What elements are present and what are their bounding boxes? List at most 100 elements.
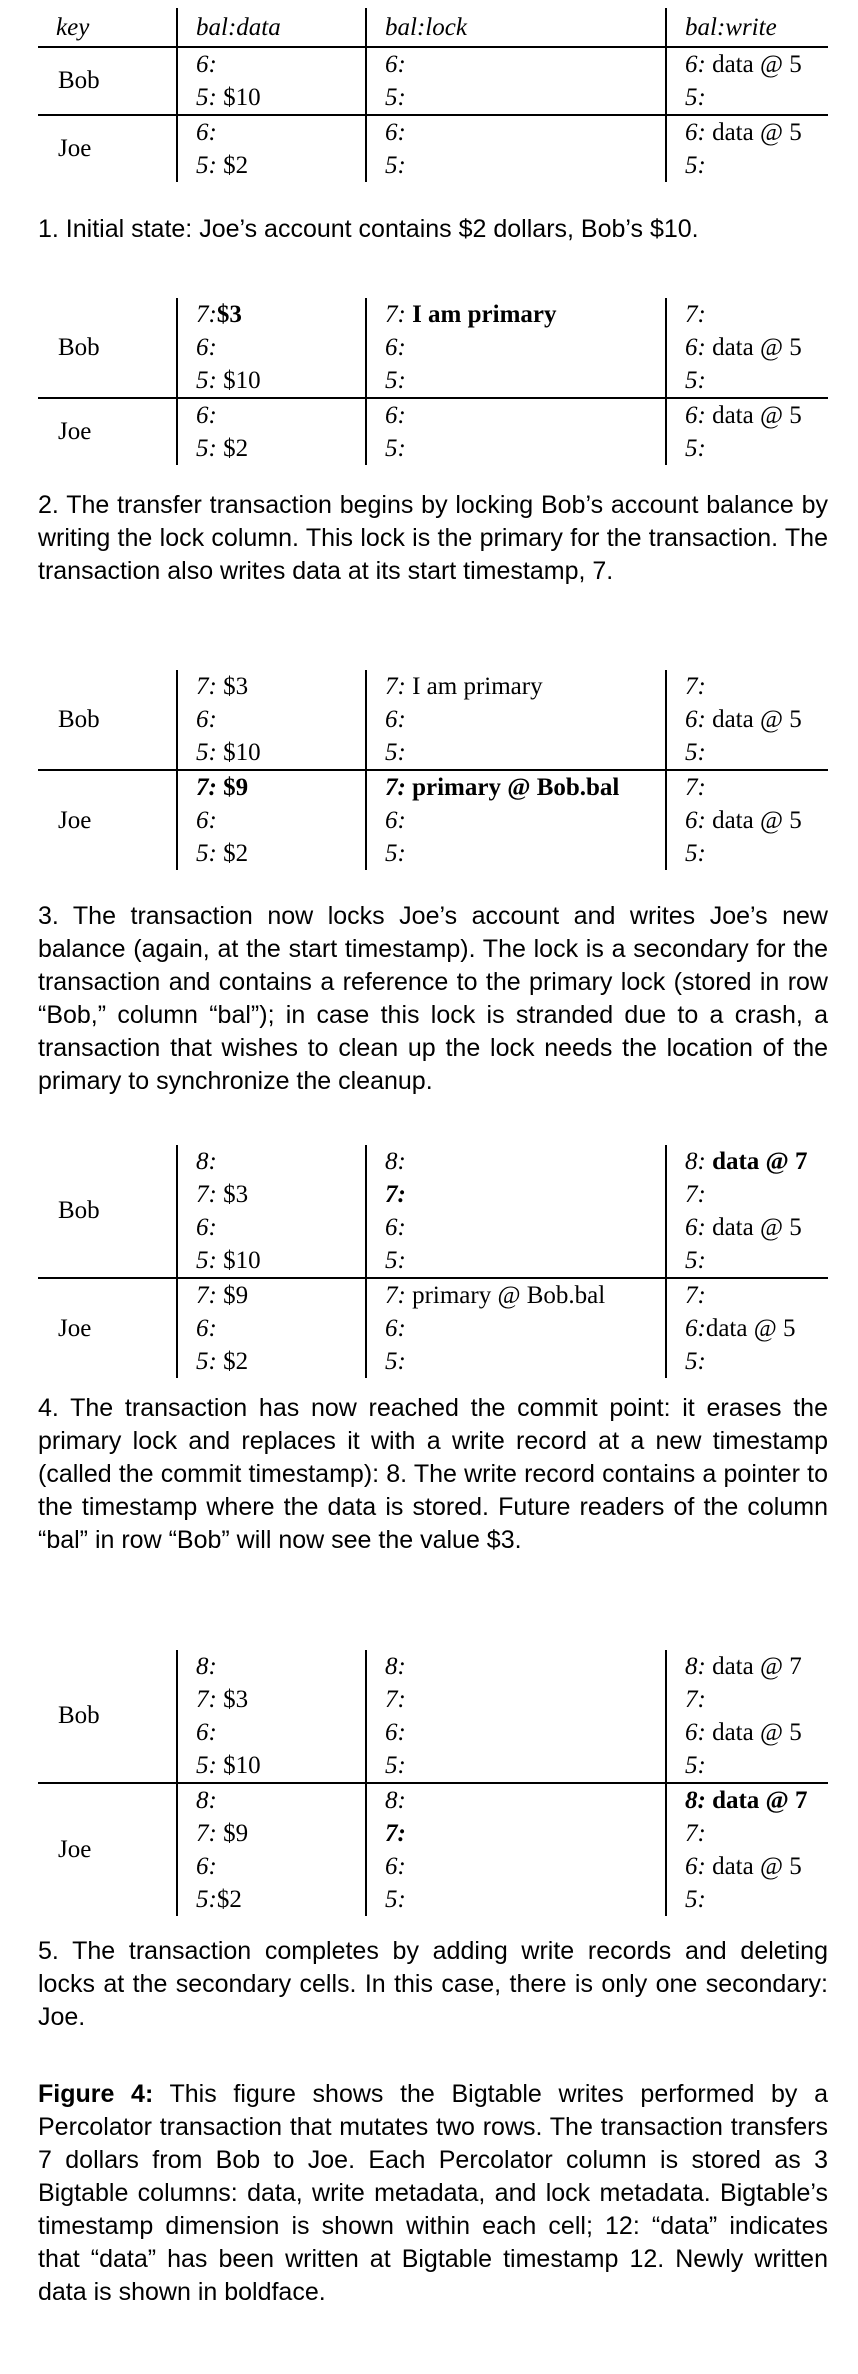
timestamp-label: 7: <box>196 1686 217 1713</box>
cell-line: 5: <box>685 837 828 870</box>
bigtable-table: Bob 7:$3 6: 5: $10 7: I am primary 6: 5: 7: 6: d… <box>38 298 828 465</box>
cell-value: $3 <box>216 1181 249 1208</box>
timestamp-label: 6: <box>385 51 406 78</box>
bigtable-table: Bob 7: $3 6: 5: $10 7: I am primary 6: 5: 7: 6: … <box>38 670 828 870</box>
cell-write: 7: 6:data @ 5 5: <box>666 1277 828 1378</box>
table-row: Bob 8: 7: $3 6: 5: $10 8: 7: 6: 5: 8: data @ 7 7: 6… <box>38 1650 828 1783</box>
timestamp-label: 6: <box>196 119 217 146</box>
cell-line: 5: <box>385 432 665 465</box>
timestamp-label: 5: <box>196 840 217 867</box>
cell-line: 5: <box>385 837 665 870</box>
cell-line: 7: $9 <box>196 771 365 804</box>
timestamp-label: 8: <box>685 1148 706 1175</box>
timestamp-label: 7: <box>196 1282 217 1309</box>
row-key: Joe <box>38 1277 178 1378</box>
cell-line: 5: <box>685 1345 828 1378</box>
row-key: Bob <box>38 1650 178 1783</box>
cell-line: 8: data @ 7 <box>685 1145 828 1178</box>
cell-value: $10 <box>216 1752 261 1779</box>
timestamp-label: 6: <box>385 1214 406 1241</box>
timestamp-label: 5: <box>196 367 217 394</box>
cell-lock: 6: 5: <box>366 47 667 115</box>
cell-line: 6: <box>385 48 665 81</box>
cell-value: $9 <box>216 1820 249 1847</box>
cell-value: data @ 5 <box>705 1719 802 1746</box>
cell-line: 7: <box>685 670 828 703</box>
cell-line: 6: <box>385 804 665 837</box>
timestamp-label: 5: <box>196 435 217 462</box>
cell-line: 7: I am primary <box>385 670 665 703</box>
cell-line: 5: $10 <box>196 364 365 397</box>
cell-line: 5: <box>685 1749 828 1782</box>
cell-lock: 7: I am primary 6: 5: <box>366 298 667 398</box>
timestamp-label: 6: <box>196 402 217 429</box>
timestamp-label: 6: <box>685 402 706 429</box>
table-row: Bob 7: $3 6: 5: $10 7: I am primary 6: 5: 7: 6: … <box>38 670 828 770</box>
cell-line: 6: <box>385 1312 665 1345</box>
row-key: Joe <box>38 1782 178 1916</box>
cell-line: 5: $10 <box>196 736 365 769</box>
cell-line: 6: <box>385 1850 665 1883</box>
timestamp-label: 7: <box>385 301 406 328</box>
timestamp-label: 5: <box>385 840 406 867</box>
cell-line: 6: data @ 5 <box>685 48 828 81</box>
timestamp-label: 5: <box>385 435 406 462</box>
cell-lock: 8: 7: 6: 5: <box>366 1650 667 1783</box>
cell-value: I am primary <box>405 673 543 700</box>
cell-data: 7: $9 6: 5: $2 <box>177 1277 367 1378</box>
cell-line: 6: <box>196 804 365 837</box>
column-header: bal:lock <box>366 8 667 48</box>
cell-line: 6: data @ 5 <box>685 331 828 364</box>
cell-line: 7: $9 <box>196 1279 365 1312</box>
cell-line: 7: <box>685 1178 828 1211</box>
timestamp-label: 6: <box>685 51 706 78</box>
cell-value: data @ 5 <box>705 1853 802 1880</box>
cell-line: 5: $2 <box>196 432 365 465</box>
cell-value: $2 <box>216 152 249 179</box>
timestamp-label: 8: <box>385 1787 406 1814</box>
cell-line: 7: <box>385 1178 665 1211</box>
cell-data: 7:$3 6: 5: $10 <box>177 298 367 398</box>
timestamp-label: 7: <box>685 301 706 328</box>
cell-line: 7: <box>685 771 828 804</box>
timestamp-label: 6: <box>196 1315 217 1342</box>
bigtable-table: key bal:data bal:lock bal:write Bob 6: 5: $10 6… <box>38 8 828 182</box>
row-key: Bob <box>38 670 178 770</box>
cell-line: 5: <box>685 1883 828 1916</box>
table-row: Joe 7: $9 6: 5: $2 7: primary @ Bob.bal 6: 5: 7… <box>38 1277 828 1378</box>
cell-value: $10 <box>216 367 261 394</box>
table-step-3: Bob 7: $3 6: 5: $10 7: I am primary 6: 5: 7: 6: … <box>38 670 828 870</box>
timestamp-label: 6: <box>385 1315 406 1342</box>
timestamp-label: 7: <box>196 1820 217 1847</box>
cell-value: $2 <box>216 435 249 462</box>
cell-line: 6: <box>196 331 365 364</box>
cell-write: 7: 6: data @ 5 5: <box>666 298 828 398</box>
cell-line: 6: <box>196 116 365 149</box>
timestamp-label: 6: <box>196 1853 217 1880</box>
timestamp-label: 8: <box>196 1653 217 1680</box>
cell-data: 7: $9 6: 5: $2 <box>177 769 367 870</box>
timestamp-label: 5: <box>385 84 406 111</box>
timestamp-label: 5: <box>196 1752 217 1779</box>
cell-line: 6: <box>385 331 665 364</box>
timestamp-label: 5: <box>685 367 706 394</box>
timestamp-label: 6: <box>196 1719 217 1746</box>
cell-line: 5: <box>685 149 828 182</box>
cell-line: 7: primary @ Bob.bal <box>385 1279 665 1312</box>
timestamp-label: 8: <box>385 1148 406 1175</box>
cell-line: 6: <box>385 1211 665 1244</box>
figure-caption-label: Figure 4: <box>38 2080 154 2108</box>
cell-write: 8: data @ 7 7: 6: data @ 5 5: <box>666 1145 828 1278</box>
timestamp-label: 6: <box>196 706 217 733</box>
cell-line: 5: $2 <box>196 837 365 870</box>
caption-step-5: 5. The transaction completes by adding w… <box>38 1937 828 2031</box>
cell-line: 6: data @ 5 <box>685 1850 828 1883</box>
cell-value: primary @ Bob.bal <box>405 1282 606 1309</box>
cell-line: 5: $10 <box>196 1749 365 1782</box>
cell-line: 6: <box>196 1211 365 1244</box>
cell-data: 6: 5: $2 <box>177 114 367 182</box>
timestamp-label: 7: <box>685 1181 706 1208</box>
row-key: Joe <box>38 769 178 870</box>
column-header: key <box>38 8 178 48</box>
timestamp-label: 5: <box>685 1247 706 1274</box>
